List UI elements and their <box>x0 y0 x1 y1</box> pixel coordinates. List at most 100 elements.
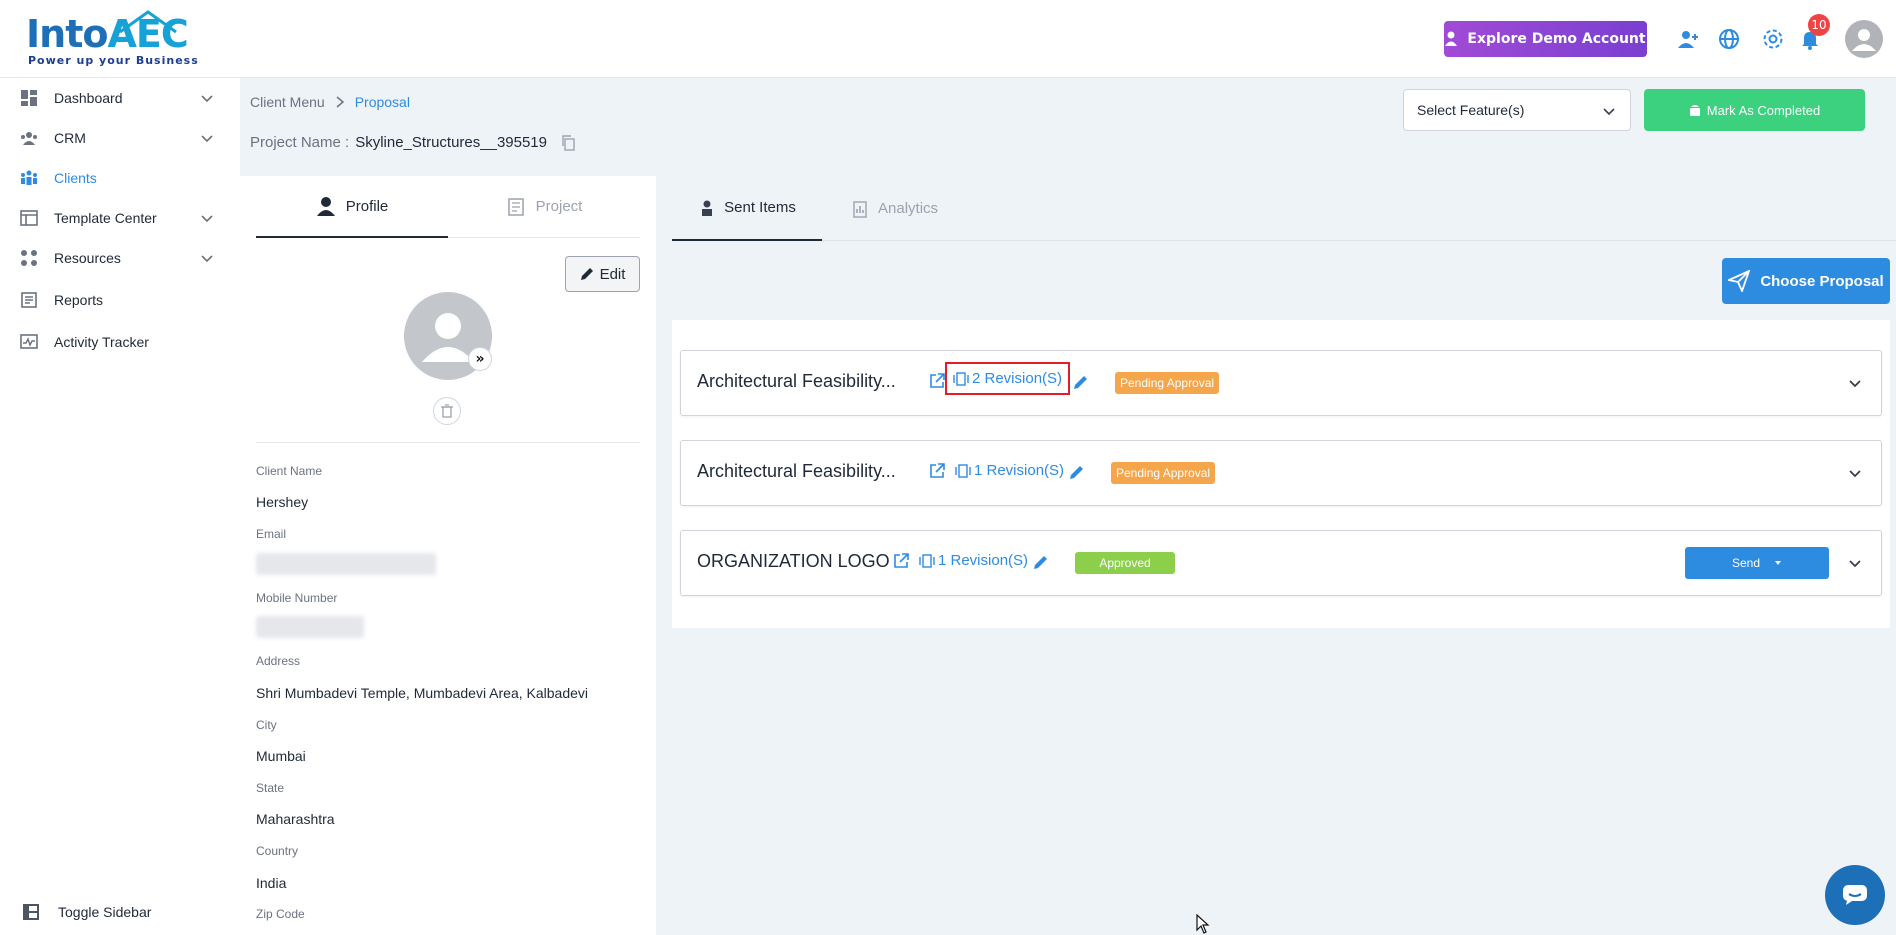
project-name-value: Skyline_Structures__395519 <box>355 134 547 151</box>
pencil-icon[interactable] <box>1073 374 1089 390</box>
resources-icon <box>21 250 37 266</box>
sidebar-item-label: Clients <box>54 170 97 186</box>
sidebar: Dashboard CRM Clients Template Center Re… <box>0 78 240 935</box>
mobile-value-redacted <box>256 616 364 638</box>
user-lock-icon <box>1445 31 1458 46</box>
sidebar-item-template-center[interactable]: Template Center <box>0 198 240 238</box>
select-features-dropdown[interactable]: Select Feature(s) <box>1403 89 1631 131</box>
user-avatar-icon <box>1852 29 1876 51</box>
sidebar-item-crm[interactable]: CRM <box>0 118 240 158</box>
sidebar-item-reports[interactable]: Reports <box>0 280 240 320</box>
proposal-card[interactable]: Architectural Feasibility... 1 Revision(… <box>680 440 1882 506</box>
project-icon <box>507 197 524 216</box>
mobile-label: Mobile Number <box>256 591 338 605</box>
zip-label: Zip Code <box>256 907 305 921</box>
top-bar: IntoAEC Power up your Business Explore D… <box>0 0 1896 78</box>
user-avatar[interactable] <box>1845 20 1883 58</box>
reports-icon <box>21 292 37 308</box>
external-link-icon[interactable] <box>929 373 945 389</box>
chevron-down-icon <box>1603 108 1615 116</box>
breadcrumb-current: Proposal <box>354 94 410 110</box>
external-link-icon[interactable] <box>929 463 945 479</box>
revisions-link[interactable]: 1 Revision(S) <box>919 552 1028 569</box>
pencil-icon[interactable] <box>1033 554 1049 570</box>
mark-as-completed-button[interactable]: Mark As Completed <box>1644 89 1865 131</box>
proposal-card[interactable]: ORGANIZATION LOGO 1 Revision(S) Approved… <box>680 530 1882 596</box>
notification-badge: 10 <box>1808 14 1830 36</box>
send-button[interactable]: Send <box>1685 547 1829 579</box>
client-name-value: Hershey <box>256 494 309 510</box>
android-icon <box>1689 105 1700 116</box>
chevron-down-icon[interactable] <box>1847 465 1863 481</box>
crm-icon <box>21 132 37 145</box>
revisions-link[interactable]: 2 Revision(S) <box>945 362 1071 395</box>
chevron-down-icon[interactable] <box>1847 375 1863 391</box>
copy-icon[interactable] <box>561 134 577 151</box>
toggle-sidebar-button[interactable]: Toggle Sidebar <box>22 903 151 921</box>
choose-proposal-button[interactable]: Choose Proposal <box>1722 258 1890 304</box>
chevron-down-icon <box>201 135 213 143</box>
sidebar-item-clients[interactable]: Clients <box>0 158 240 198</box>
sidebar-item-label: Template Center <box>54 210 157 226</box>
proposal-title[interactable]: Architectural Feasibility... <box>697 461 896 482</box>
activity-icon <box>20 334 38 349</box>
project-name-label: Project Name : <box>250 134 350 151</box>
mouse-cursor-icon <box>1196 914 1210 934</box>
chevron-down-icon[interactable] <box>1847 555 1863 571</box>
dashboard-icon <box>21 90 37 106</box>
expand-icon[interactable]: » <box>468 347 492 371</box>
breadcrumb-parent[interactable]: Client Menu <box>250 94 325 110</box>
gear-icon[interactable] <box>1761 27 1785 51</box>
toggle-sidebar-label: Toggle Sidebar <box>58 904 152 920</box>
external-link-icon[interactable] <box>893 553 909 569</box>
sidebar-item-label: CRM <box>54 130 86 146</box>
sidebar-toggle-icon <box>23 904 39 920</box>
pencil-icon[interactable] <box>1069 464 1085 480</box>
tab-sent-items[interactable]: Sent Items <box>672 176 822 241</box>
add-user-icon[interactable] <box>1676 27 1700 51</box>
chevron-right-icon <box>336 96 344 108</box>
state-label: State <box>256 781 285 795</box>
select-features-value: Select Feature(s) <box>1417 102 1525 118</box>
city-value: Mumbai <box>256 748 306 764</box>
sidebar-item-dashboard[interactable]: Dashboard <box>0 78 240 118</box>
city-label: City <box>256 718 277 732</box>
tab-profile[interactable]: Profile <box>256 176 448 238</box>
template-icon <box>20 210 38 226</box>
revisions-icon <box>953 371 969 386</box>
tab-analytics[interactable]: Analytics <box>852 176 938 241</box>
address-label: Address <box>256 654 301 668</box>
country-label: Country <box>256 844 299 858</box>
pencil-icon <box>580 268 593 280</box>
tab-bar: Sent Items Analytics <box>672 176 1896 241</box>
profile-panel: Profile Project Edit » Client Name Hersh… <box>240 176 656 935</box>
sidebar-item-activity-tracker[interactable]: Activity Tracker <box>0 322 240 362</box>
clients-icon <box>21 170 37 185</box>
tab-project[interactable]: Project <box>448 176 640 238</box>
revisions-link[interactable]: 1 Revision(S) <box>955 462 1064 479</box>
sent-items-icon <box>702 200 713 216</box>
status-badge: Approved <box>1075 552 1175 574</box>
state-value: Maharashtra <box>256 811 335 827</box>
proposal-title[interactable]: Architectural Feasibility... <box>697 371 896 392</box>
email-value-redacted <box>256 553 436 575</box>
logo-tagline: Power up your Business <box>28 54 199 67</box>
divider <box>256 442 640 443</box>
project-name: Project Name : Skyline_Structures__39551… <box>250 134 577 151</box>
explore-demo-button[interactable]: Explore Demo Account <box>1444 21 1647 57</box>
globe-icon[interactable] <box>1717 27 1741 51</box>
chat-support-button[interactable] <box>1825 865 1885 925</box>
breadcrumb: Client Menu Proposal <box>250 94 410 110</box>
proposal-card[interactable]: Architectural Feasibility... 2 Revision(… <box>680 350 1882 416</box>
sidebar-item-label: Dashboard <box>54 90 123 106</box>
chevron-down-icon <box>201 255 213 263</box>
app-logo[interactable]: IntoAEC Power up your Business <box>26 8 198 68</box>
address-value: Shri Mumbadevi Temple, Mumbadevi Area, K… <box>256 685 589 701</box>
delete-avatar-button[interactable] <box>433 397 461 425</box>
sidebar-item-label: Reports <box>54 292 104 308</box>
logo-roof-icon <box>119 10 177 34</box>
revisions-icon <box>955 463 971 478</box>
proposal-title[interactable]: ORGANIZATION LOGO <box>697 551 890 572</box>
edit-button[interactable]: Edit <box>565 256 640 292</box>
sidebar-item-resources[interactable]: Resources <box>0 238 240 278</box>
